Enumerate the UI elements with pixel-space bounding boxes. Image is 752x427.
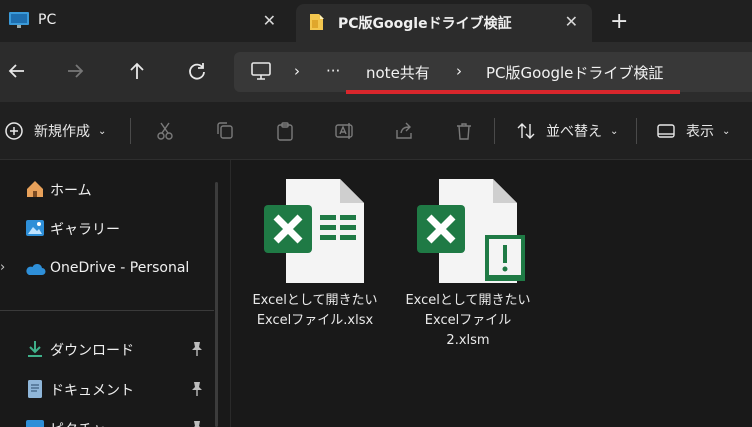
separator <box>130 118 131 144</box>
rename-icon[interactable] <box>334 121 354 141</box>
close-icon[interactable]: ✕ <box>565 12 578 31</box>
close-icon[interactable]: ✕ <box>263 11 276 30</box>
tab-label: PC <box>38 12 57 28</box>
command-bar: 新規作成 ⌄ 並べ替え ⌄ 表示 ⌄ <box>0 102 752 160</box>
breadcrumb-separator[interactable]: › <box>294 62 300 80</box>
file-name-line: Excelとして開きたい <box>252 293 378 308</box>
file-name-line: Excelとして開きたい <box>405 293 531 308</box>
copy-icon[interactable] <box>215 121 235 141</box>
file-name: Excelとして開きたい Excelファイル.xlsx <box>250 291 380 331</box>
chevron-down-icon: ⌄ <box>722 125 731 137</box>
sort-button[interactable]: 並べ替え ⌄ <box>516 121 618 141</box>
chevron-down-icon: ⌄ <box>610 125 619 137</box>
sidebar-item-label: OneDrive - Personal <box>50 260 190 276</box>
paste-icon[interactable] <box>275 121 295 141</box>
sidebar-item-downloads[interactable]: ダウンロード <box>0 334 214 364</box>
sidebar-item-onedrive[interactable]: › OneDrive - Personal <box>0 254 214 284</box>
file-name-line: Excelファイル <box>424 313 512 328</box>
separator <box>494 118 495 144</box>
breadcrumb-separator[interactable]: › <box>456 62 462 80</box>
refresh-icon[interactable] <box>186 60 208 82</box>
breadcrumb-current[interactable]: PC版Googleドライブ検証 <box>486 62 663 83</box>
monitor-icon <box>8 10 30 34</box>
pin-icon[interactable] <box>190 341 204 357</box>
forward-arrow-icon[interactable] <box>64 60 86 82</box>
view-icon <box>657 124 675 138</box>
breadcrumb-overflow[interactable]: ··· <box>326 62 340 80</box>
sidebar-item-home[interactable]: ホーム <box>0 174 214 204</box>
pane-divider <box>230 160 231 427</box>
pictures-icon <box>24 417 46 427</box>
chevron-down-icon: ⌄ <box>98 125 107 137</box>
gallery-icon <box>24 217 46 239</box>
sort-icon <box>517 123 535 139</box>
computer-icon[interactable] <box>250 60 272 86</box>
sidebar-divider <box>0 310 214 311</box>
sidebar-item-label: ダウンロード <box>50 343 134 359</box>
share-icon[interactable] <box>394 121 414 141</box>
sidebar-item-label: ピクチャ <box>50 419 106 427</box>
excel-file-icon <box>260 175 370 289</box>
file-name-line: Excelファイル.xlsx <box>256 313 374 328</box>
sidebar-item-documents[interactable]: ドキュメント <box>0 374 214 404</box>
sidebar-item-gallery[interactable]: ギャラリー <box>0 213 214 243</box>
pin-icon[interactable] <box>190 381 204 397</box>
pin-icon[interactable] <box>190 420 204 427</box>
address-bar[interactable]: › ··· note共有 › PC版Googleドライブ検証 <box>234 52 752 92</box>
sort-button-label: 並べ替え <box>546 124 602 140</box>
tab-label: PC版Googleドライブ検証 <box>338 16 512 32</box>
sidebar-scrollbar[interactable] <box>215 182 218 427</box>
view-button-label: 表示 <box>686 124 714 140</box>
back-arrow-icon[interactable] <box>6 60 28 82</box>
view-button[interactable]: 表示 ⌄ <box>656 121 730 141</box>
new-button[interactable]: 新規作成 ⌄ <box>4 121 106 141</box>
excel-macro-file-icon <box>413 175 533 289</box>
delete-icon[interactable] <box>454 121 474 141</box>
sidebar-item-label: ドキュメント <box>50 383 134 399</box>
sidebar-item-label: ホーム <box>50 183 92 199</box>
tab-pc[interactable]: PC ✕ <box>0 0 290 42</box>
file-name-line: 2.xlsm <box>446 333 490 348</box>
cut-icon[interactable] <box>155 121 175 141</box>
plus-circle-icon <box>5 122 23 140</box>
new-button-label: 新規作成 <box>34 124 90 140</box>
sidebar-item-pictures[interactable]: ピクチャ <box>0 413 214 427</box>
new-tab-button[interactable]: + <box>610 9 628 34</box>
separator <box>636 118 637 144</box>
sidebar-item-label: ギャラリー <box>50 222 120 238</box>
highlight-underline <box>346 90 680 94</box>
tab-google-drive[interactable]: PC版Googleドライブ検証 ✕ <box>296 4 592 42</box>
download-icon <box>24 338 46 360</box>
breadcrumb-note[interactable]: note共有 <box>366 62 430 83</box>
folder-icon <box>306 11 328 37</box>
file-name: Excelとして開きたい Excelファイル 2.xlsm <box>403 291 533 351</box>
cloud-icon <box>24 258 46 280</box>
up-arrow-icon[interactable] <box>126 60 148 82</box>
home-icon <box>24 178 46 200</box>
tab-bar: PC ✕ PC版Googleドライブ検証 ✕ + <box>0 0 752 42</box>
chevron-right-icon[interactable]: › <box>0 260 5 275</box>
document-icon <box>24 378 46 400</box>
